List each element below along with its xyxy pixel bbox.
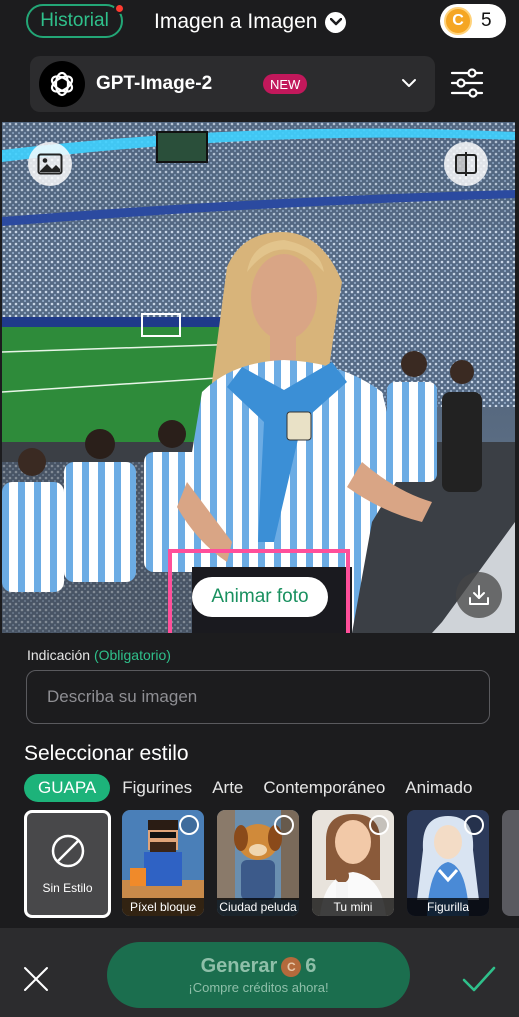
animate-photo-button[interactable]: Animar foto xyxy=(192,577,328,617)
style-tabs: GUAPA Figurines Arte Contemporáneo Animado xyxy=(24,774,519,802)
style-card-label: Ciudad peluda xyxy=(217,898,299,916)
style-cards: Sin Estilo Píxel bloque Ciudad peluda Tu… xyxy=(24,810,519,918)
style-card-none[interactable]: Sin Estilo xyxy=(24,810,111,918)
style-card-pixel[interactable]: Píxel bloque xyxy=(122,810,204,916)
style-card-label: Píxel bloque xyxy=(122,898,204,916)
style-section-title: Seleccionar estilo xyxy=(24,742,189,765)
sliders-icon[interactable] xyxy=(449,65,485,101)
top-bar: Historial Imagen a Imagen C 5 xyxy=(0,0,519,44)
coin-icon: C xyxy=(444,7,472,35)
tab-animado[interactable]: Animado xyxy=(405,774,472,802)
compare-icon[interactable] xyxy=(444,142,488,186)
generate-subtitle: ¡Compre créditos ahora! xyxy=(188,980,329,995)
style-card-tu-mini[interactable]: Tu mini xyxy=(312,810,394,916)
tab-arte[interactable]: Arte xyxy=(212,774,243,802)
style-card-label: Sin Estilo xyxy=(42,881,93,895)
photo-preview[interactable]: Animar foto xyxy=(2,122,515,633)
close-icon[interactable] xyxy=(22,965,50,993)
style-card-label: Tu mini xyxy=(312,898,394,916)
image-icon[interactable] xyxy=(28,142,72,186)
notification-dot-icon xyxy=(114,3,125,14)
no-style-icon xyxy=(51,834,84,868)
page-title: Imagen a Imagen xyxy=(154,10,318,33)
style-card-radio xyxy=(179,815,199,835)
prompt-label: Indicación (Obligatorio) xyxy=(27,647,171,663)
style-card-radio xyxy=(369,815,389,835)
model-name: GPT-Image-2 xyxy=(96,73,213,94)
generate-row: Generar C 6 xyxy=(201,955,317,978)
credits-count: 5 xyxy=(481,10,492,31)
chevron-down-icon xyxy=(400,74,418,97)
mode-selector[interactable]: Imagen a Imagen xyxy=(154,8,347,36)
tab-guapa[interactable]: GUAPA xyxy=(24,774,111,802)
checkmark-icon[interactable] xyxy=(462,965,496,993)
tab-contemporaneo[interactable]: Contemporáneo xyxy=(263,774,385,802)
prompt-label-text: Indicación xyxy=(27,647,91,663)
new-badge: NEW xyxy=(263,74,308,94)
generate-cost: 6 xyxy=(305,955,317,977)
style-card-furry-city[interactable]: Ciudad peluda xyxy=(217,810,299,916)
history-button[interactable]: Historial xyxy=(26,3,125,38)
generate-label: Generar xyxy=(200,955,278,977)
chevron-down-icon xyxy=(325,11,347,33)
history-label: Historial xyxy=(40,10,109,31)
model-selector[interactable]: GPT-Image-2 NEW xyxy=(30,56,435,112)
credits-balance[interactable]: C 5 xyxy=(440,4,506,38)
style-card-radio xyxy=(274,815,294,835)
bottom-bar: Generar C 6 ¡Compre créditos ahora! xyxy=(0,928,519,1017)
style-card-figurilla[interactable]: Figurilla xyxy=(407,810,489,916)
prompt-required-text: (Obligatorio) xyxy=(93,647,171,663)
openai-logo-icon xyxy=(39,61,85,107)
style-card-radio xyxy=(464,815,484,835)
tab-figurines[interactable]: Figurines xyxy=(122,774,192,802)
prompt-input[interactable] xyxy=(26,670,490,724)
generate-button[interactable]: Generar C 6 ¡Compre créditos ahora! xyxy=(107,942,410,1008)
style-card-partial[interactable] xyxy=(502,810,519,916)
style-card-label: Figurilla xyxy=(407,898,489,916)
coin-icon: C xyxy=(281,956,302,977)
partial-thumbnail xyxy=(502,810,519,916)
download-icon[interactable] xyxy=(456,572,502,618)
